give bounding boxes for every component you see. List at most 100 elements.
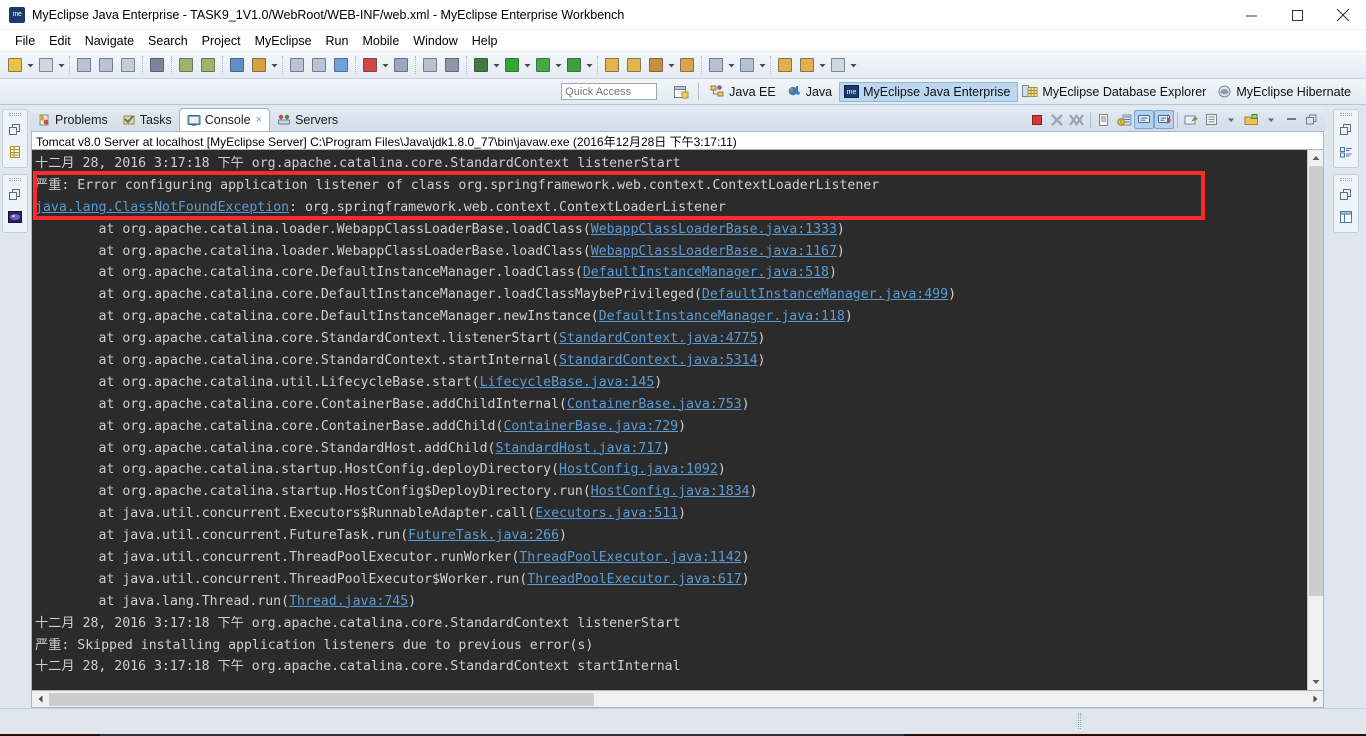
perspective-tab-myeclipse-database-explorer[interactable]: MyEclipse Database Explorer	[1018, 82, 1213, 102]
chevron-down-icon[interactable]	[849, 55, 858, 75]
chevron-down-icon[interactable]	[554, 55, 563, 75]
maximize-button[interactable]	[1274, 0, 1320, 30]
menu-myeclipse[interactable]: MyEclipse	[248, 32, 319, 50]
view-tab-problems[interactable]: ! Problems	[30, 109, 115, 131]
run-external-tools-icon[interactable]	[533, 55, 553, 75]
menu-search[interactable]: Search	[141, 32, 195, 50]
menu-help[interactable]: Help	[465, 32, 505, 50]
horizontal-scroll-thumb[interactable]	[49, 692, 594, 706]
chevron-down-icon[interactable]	[381, 55, 390, 75]
open-console-button[interactable]	[1241, 110, 1261, 129]
stack-trace-link[interactable]: ContainerBase.java:753	[567, 397, 742, 412]
outline-icon[interactable]	[6, 143, 24, 161]
menu-file[interactable]: File	[8, 32, 42, 50]
chevron-down-icon[interactable]	[270, 55, 279, 75]
chevron-down-icon[interactable]	[727, 55, 736, 75]
open-perspective-icon[interactable]	[671, 82, 691, 102]
stack-trace-link[interactable]: LifecycleBase.java:145	[480, 375, 655, 390]
toggle-ant-build-icon[interactable]	[147, 55, 167, 75]
back-icon[interactable]	[797, 55, 817, 75]
stack-trace-link[interactable]: Thread.java:745	[289, 594, 408, 609]
scroll-lock-button[interactable]: !	[1114, 110, 1134, 129]
grid-view-icon[interactable]	[391, 55, 411, 75]
restore-icon[interactable]	[6, 121, 24, 139]
menu-navigate[interactable]: Navigate	[78, 32, 141, 50]
print-icon[interactable]	[118, 55, 138, 75]
stack-trace-link[interactable]: ThreadPoolExecutor.java:1142	[519, 550, 741, 565]
rail-grip[interactable]	[1339, 113, 1352, 116]
menu-window[interactable]: Window	[406, 32, 464, 50]
quick-access-input[interactable]	[561, 83, 658, 100]
terminate-button[interactable]	[1027, 110, 1047, 129]
open-folder-icon[interactable]	[602, 55, 622, 75]
close-button[interactable]	[1320, 0, 1366, 30]
chevron-down-icon[interactable]	[818, 55, 827, 75]
vertical-scroll-thumb[interactable]	[1308, 166, 1323, 596]
console-text[interactable]: 十二月 28, 2016 3:17:18 下午 org.apache.catal…	[32, 150, 1307, 690]
run-icon[interactable]	[502, 55, 522, 75]
stack-trace-link[interactable]: StandardContext.java:5314	[559, 353, 758, 368]
open-resource-icon[interactable]	[677, 55, 697, 75]
stack-trace-link[interactable]: StandardContext.java:4775	[559, 331, 758, 346]
show-console-on-output-button[interactable]	[1154, 110, 1174, 129]
restore-icon[interactable]	[1337, 121, 1355, 139]
stack-trace-link[interactable]: WebappClassLoaderBase.java:1167	[591, 244, 837, 259]
rail-grip[interactable]	[9, 113, 21, 116]
word-wrap-button[interactable]	[1134, 110, 1154, 129]
chevron-down-icon[interactable]	[523, 55, 532, 75]
forward-icon[interactable]	[828, 55, 848, 75]
scroll-up-button[interactable]	[1307, 150, 1323, 166]
rail-grip[interactable]	[1339, 178, 1352, 181]
menu-edit[interactable]: Edit	[42, 32, 78, 50]
open-file-icon[interactable]	[624, 55, 644, 75]
chevron-down-icon[interactable]	[758, 55, 767, 75]
run-server-icon[interactable]	[249, 55, 269, 75]
matrix-view-icon[interactable]	[360, 55, 380, 75]
stack-trace-link[interactable]: HostConfig.java:1834	[591, 484, 750, 499]
debug-icon[interactable]	[471, 55, 491, 75]
open-type-icon[interactable]	[309, 55, 329, 75]
console-vertical-scrollbar[interactable]	[1307, 150, 1323, 690]
scroll-left-button[interactable]	[32, 692, 49, 707]
view-tab-tasks[interactable]: Tasks	[115, 109, 179, 131]
stack-trace-link[interactable]: DefaultInstanceManager.java:518	[583, 265, 829, 280]
chevron-down-icon[interactable]	[1221, 110, 1241, 129]
stack-trace-link[interactable]: Executors.java:511	[535, 506, 678, 521]
restore-icon[interactable]	[6, 186, 24, 204]
stack-trace-link[interactable]: StandardHost.java:717	[496, 441, 663, 456]
outline-view-icon[interactable]	[1337, 143, 1355, 161]
vertical-scroll-track[interactable]	[1307, 166, 1323, 674]
restore-icon[interactable]	[1337, 186, 1355, 204]
status-bar-grip[interactable]	[1078, 713, 1081, 729]
open-perspective-icon[interactable]	[646, 55, 666, 75]
chevron-down-icon[interactable]	[57, 55, 66, 75]
new-wizard-icon[interactable]	[5, 55, 25, 75]
chevron-down-icon[interactable]	[492, 55, 501, 75]
toggle-breakpoint-icon[interactable]	[706, 55, 726, 75]
stack-trace-link[interactable]: java.lang.ClassNotFoundException	[35, 200, 289, 215]
perspective-tab-myeclipse-hibernate[interactable]: MyEclipse Hibernate	[1213, 82, 1358, 102]
view-tab-console[interactable]: Console ×	[178, 108, 271, 131]
chevron-down-icon[interactable]	[667, 55, 676, 75]
perspective-tab-java[interactable]: Java	[783, 82, 839, 102]
chevron-down-icon[interactable]	[1261, 110, 1281, 129]
toggle-mark-occurrences-icon[interactable]	[737, 55, 757, 75]
run-coverage-icon[interactable]	[564, 55, 584, 75]
new-java-class-icon[interactable]	[36, 55, 56, 75]
stack-trace-link[interactable]: HostConfig.java:1092	[559, 462, 718, 477]
rail-grip[interactable]	[9, 178, 21, 181]
scroll-right-button[interactable]	[1306, 692, 1323, 707]
open-task-icon[interactable]	[442, 55, 462, 75]
stack-trace-link[interactable]: WebappClassLoaderBase.java:1333	[591, 222, 837, 237]
menu-project[interactable]: Project	[195, 32, 248, 50]
back-history-icon[interactable]	[775, 55, 795, 75]
stack-trace-link[interactable]: DefaultInstanceManager.java:118	[599, 309, 845, 324]
view-tab-servers[interactable]: Servers	[270, 109, 345, 131]
maximize-view-button[interactable]	[1301, 110, 1321, 129]
perspective-tab-java-ee[interactable]: Java EE	[706, 82, 783, 102]
stack-trace-link[interactable]: DefaultInstanceManager.java:499	[702, 287, 948, 302]
pin-console-button[interactable]	[1181, 110, 1201, 129]
minimize-button[interactable]	[1228, 0, 1274, 30]
horizontal-scroll-track[interactable]	[49, 691, 1306, 707]
image-preview-icon[interactable]	[6, 208, 24, 226]
